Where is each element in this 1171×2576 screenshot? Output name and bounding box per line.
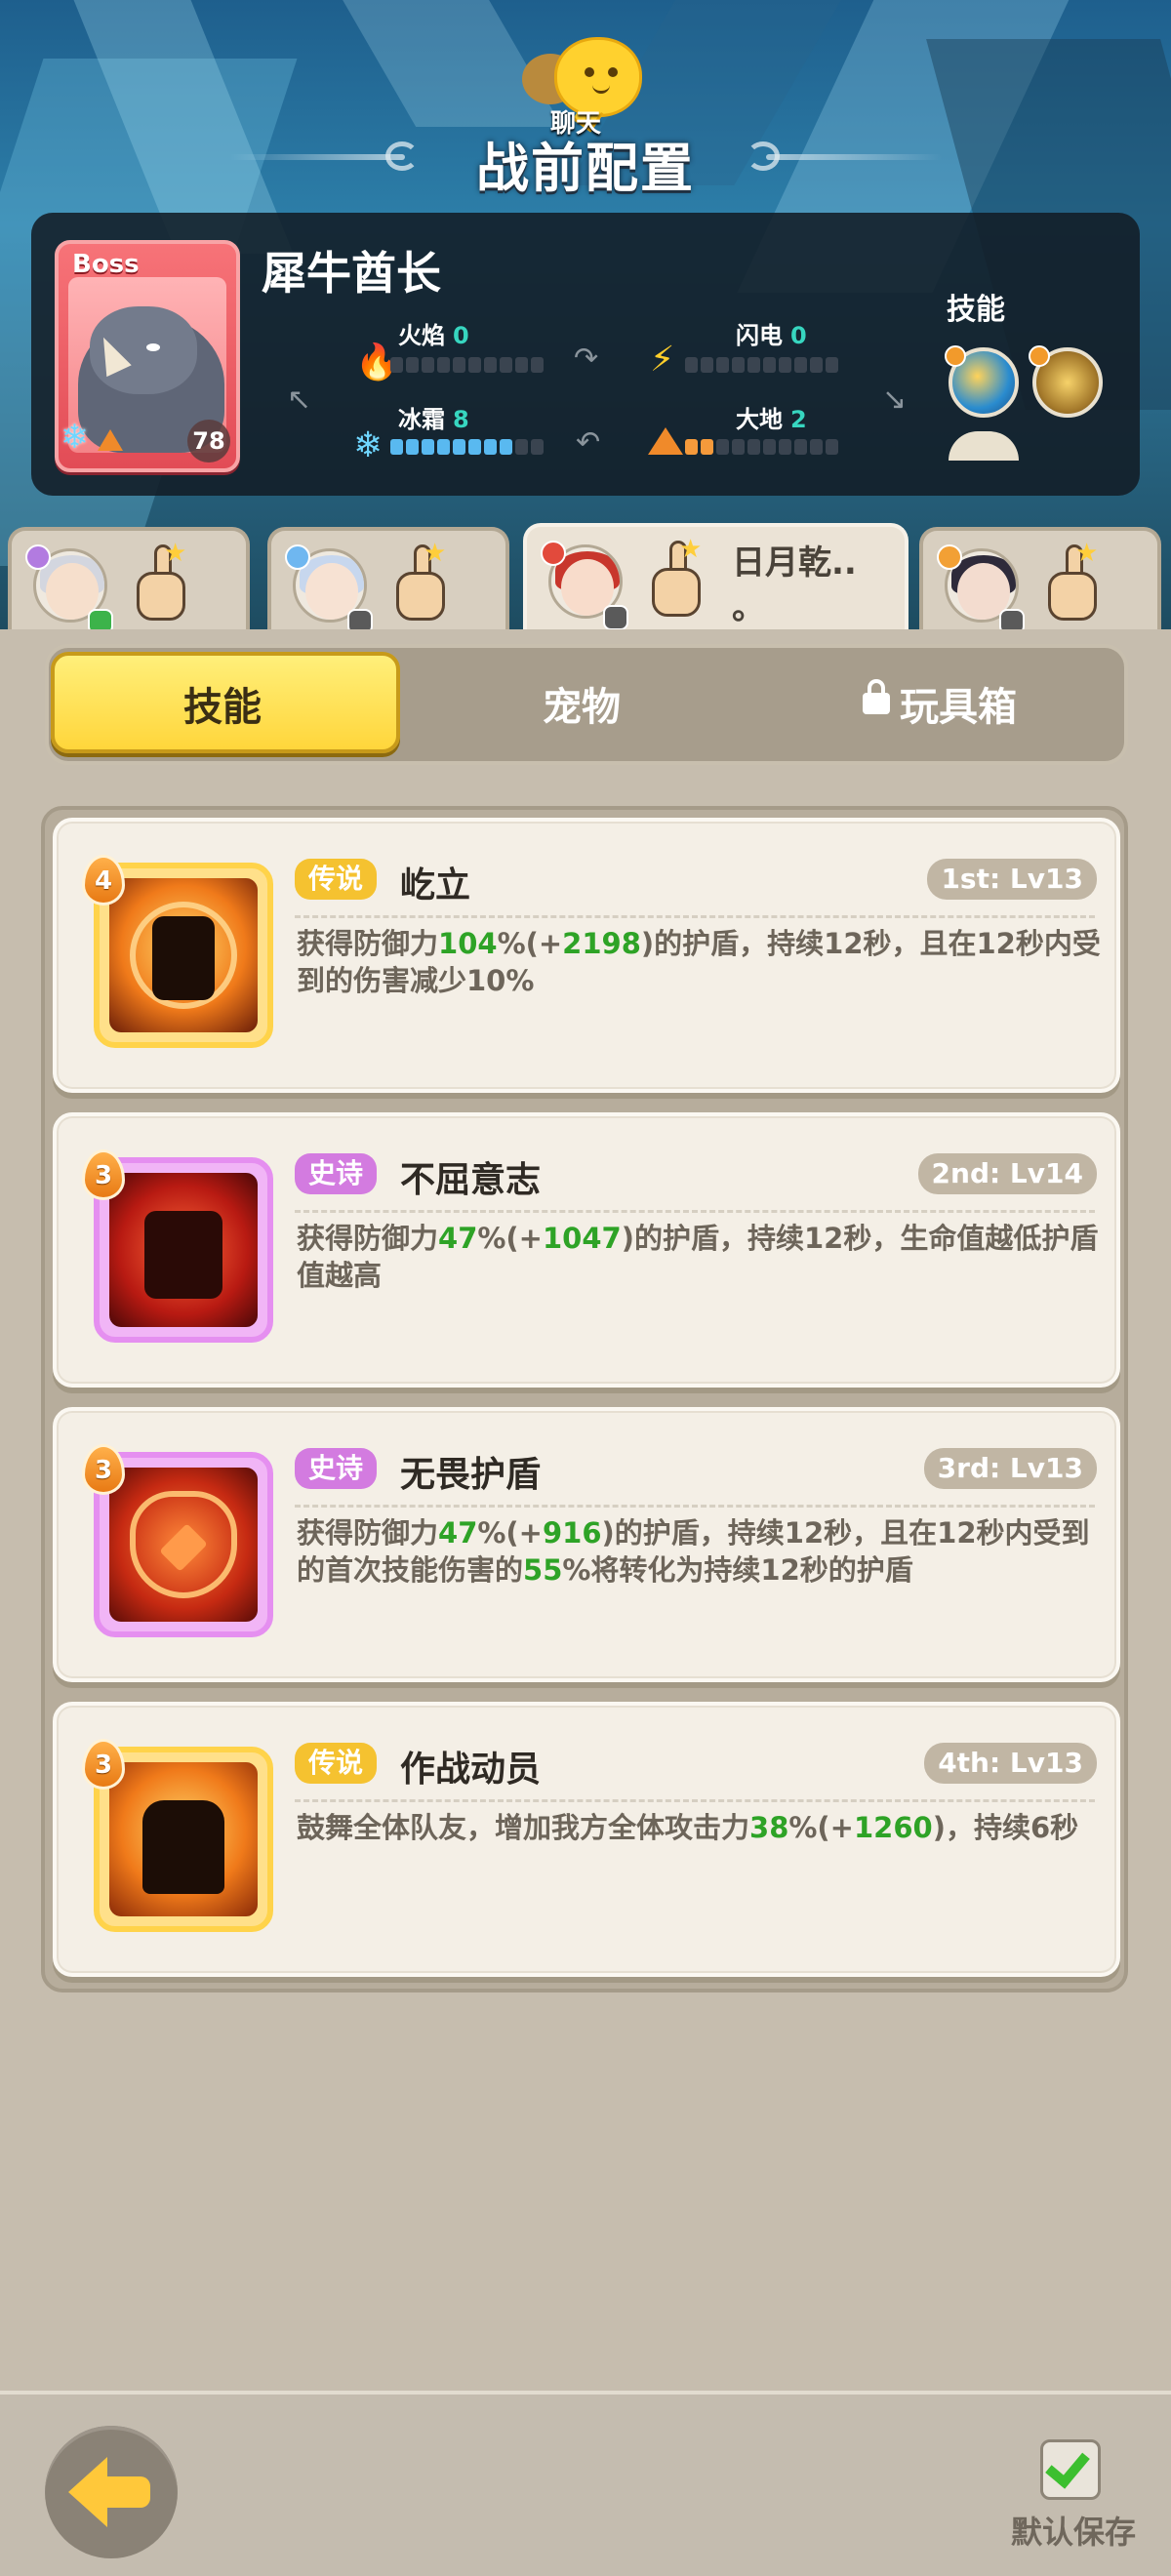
skill-description: 获得防御力104%(+2198)的护盾，持续12秒，且在12秒内受到的伤害减少1… <box>297 925 1107 999</box>
cycle-arrow-icon: ↘ <box>882 382 908 417</box>
desc-text: %(+ <box>497 927 563 960</box>
tap-hand-icon: ★ <box>129 539 193 623</box>
highlight-value: 38 <box>749 1811 789 1844</box>
back-button[interactable] <box>45 2426 178 2558</box>
desc-text: 获得防御力 <box>297 927 439 960</box>
tap-hand-icon: ★ <box>388 539 453 623</box>
skill-slot-badge: 3rd: Lv13 <box>923 1448 1097 1489</box>
rarity-badge: 传说 <box>295 859 378 900</box>
boss-skill-level-badge <box>945 345 966 367</box>
fire-element-row: 火焰 0 <box>398 322 469 349</box>
skill-card-1[interactable]: 4 传说 屹立 1st: Lv13 获得防御力104%(+2198)的护盾，持续… <box>53 818 1120 1093</box>
skill-slot-badge: 1st: Lv13 <box>927 859 1097 900</box>
back-arrow-icon <box>68 2457 107 2527</box>
desc-text: )，持续6秒 <box>932 1811 1079 1844</box>
fire-level-bar <box>390 357 544 373</box>
highlight-value: 47 <box>438 1516 478 1550</box>
checkmark-icon <box>1045 2442 1090 2489</box>
skill-slot-badge: 4th: Lv13 <box>924 1743 1097 1784</box>
earth-level-bar <box>685 439 838 455</box>
frost-element-row: 冰霜 8 <box>398 406 469 433</box>
desc-text: %(+ <box>477 1222 543 1255</box>
tab-toybox[interactable]: 玩具箱 <box>900 675 1017 732</box>
lightning-icon: ⚡ <box>650 340 675 380</box>
highlight-value: 2198 <box>562 927 641 960</box>
tap-hand-icon: ★ <box>644 535 708 619</box>
hero-tab-3[interactable]: ★ 日月乾.. 。 <box>523 523 909 640</box>
frost-icon: ❄ <box>353 425 384 465</box>
lock-icon <box>863 679 890 714</box>
cycle-arrow-icon: ↖ <box>287 382 312 417</box>
desc-text: 获得防御力 <box>297 1516 439 1550</box>
boss-skill-icon[interactable] <box>945 345 1019 418</box>
boss-skill-level-badge <box>1029 345 1050 367</box>
desc-text: %(+ <box>788 1811 854 1844</box>
hero-element-badge <box>541 541 566 566</box>
highlight-value: 1260 <box>853 1811 933 1844</box>
lightning-level-bar <box>685 357 838 373</box>
boss-skill-icon[interactable] <box>1029 345 1103 418</box>
divider <box>295 1505 1095 1508</box>
hero-element-badge <box>285 544 310 570</box>
skill-description: 鼓舞全体队友，增加我方全体攻击力38%(+1260)，持续6秒 <box>297 1809 1107 1846</box>
hero-element-badge <box>25 544 51 570</box>
earth-element-icon <box>98 429 123 451</box>
highlight-value: 55 <box>523 1553 563 1587</box>
skill-name: 作战动员 <box>400 1750 542 1790</box>
lightning-element-row: 闪电 0 <box>736 322 807 349</box>
skill-name: 不屈意志 <box>400 1160 542 1200</box>
back-arrow-icon-tail <box>103 2476 150 2508</box>
tab-pets[interactable]: 宠物 <box>543 675 621 732</box>
skill-description: 获得防御力47%(+916)的护盾，持续12秒，且在12秒内受到的首次技能伤害的… <box>297 1514 1107 1589</box>
default-save-label: 默认保存 <box>1011 2514 1137 2551</box>
desc-text: 鼓舞全体队友，增加我方全体攻击力 <box>297 1811 750 1844</box>
hero-tab-4[interactable]: ★ <box>919 527 1161 634</box>
title-ornament-right <box>766 154 942 160</box>
desc-text: %(+ <box>477 1516 543 1550</box>
skill-card-4[interactable]: 3 传说 作战动员 4th: Lv13 鼓舞全体队友，增加我方全体攻击力38%(… <box>53 1702 1120 1977</box>
boss-level-badge: 78 <box>187 420 230 463</box>
skill-card-2[interactable]: 3 史诗 不屈意志 2nd: Lv14 获得防御力47%(+1047)的护盾，持… <box>53 1112 1120 1388</box>
hero-tab-name: 日月乾.. 。 <box>732 543 857 627</box>
hero-tab-1[interactable]: ★ <box>8 527 250 634</box>
highlight-value: 47 <box>438 1222 478 1255</box>
page-title: 战前配置 <box>476 138 695 199</box>
desc-text: %将转化为持续12秒的护盾 <box>562 1553 913 1587</box>
cycle-arrow-icon: ↶ <box>576 425 601 460</box>
earth-icon <box>648 427 683 455</box>
earth-element-row: 大地 2 <box>736 406 807 433</box>
hero-element-badge <box>937 544 962 570</box>
title-ornament-left <box>229 154 405 160</box>
hero-status-badge <box>603 605 628 630</box>
boss-name: 犀牛酋长 <box>262 247 441 300</box>
highlight-value: 1047 <box>542 1222 622 1255</box>
default-save-checkbox[interactable] <box>1040 2439 1101 2500</box>
highlight-value: 104 <box>438 927 498 960</box>
skill-name: 无畏护盾 <box>400 1455 542 1495</box>
skill-name: 屹立 <box>400 865 471 906</box>
skill-slot-badge: 2nd: Lv14 <box>917 1153 1097 1194</box>
frost-level-bar <box>390 439 544 455</box>
divider <box>295 1210 1095 1213</box>
skill-description: 获得防御力47%(+1047)的护盾，持续12秒，生命值越低护盾值越高 <box>297 1220 1107 1294</box>
rarity-badge: 传说 <box>295 1743 378 1784</box>
tap-hand-icon: ★ <box>1040 539 1105 623</box>
tab-skills-label: 技能 <box>183 685 262 730</box>
boss-tag: Boss <box>72 250 140 279</box>
rarity-badge: 史诗 <box>295 1448 378 1489</box>
skill-card-3[interactable]: 3 史诗 无畏护盾 3rd: Lv13 获得防御力47%(+916)的护盾，持续… <box>53 1407 1120 1682</box>
rarity-badge: 史诗 <box>295 1153 378 1194</box>
highlight-value: 916 <box>542 1516 602 1550</box>
frost-element-icon: ❄ <box>61 418 89 457</box>
cycle-arrow-icon: ↷ <box>574 342 599 376</box>
boss-skills-label: 技能 <box>947 293 1005 327</box>
hero-tab-2[interactable]: ★ <box>267 527 509 634</box>
desc-text: 获得防御力 <box>297 1222 439 1255</box>
divider <box>295 1799 1095 1802</box>
divider <box>295 915 1095 918</box>
